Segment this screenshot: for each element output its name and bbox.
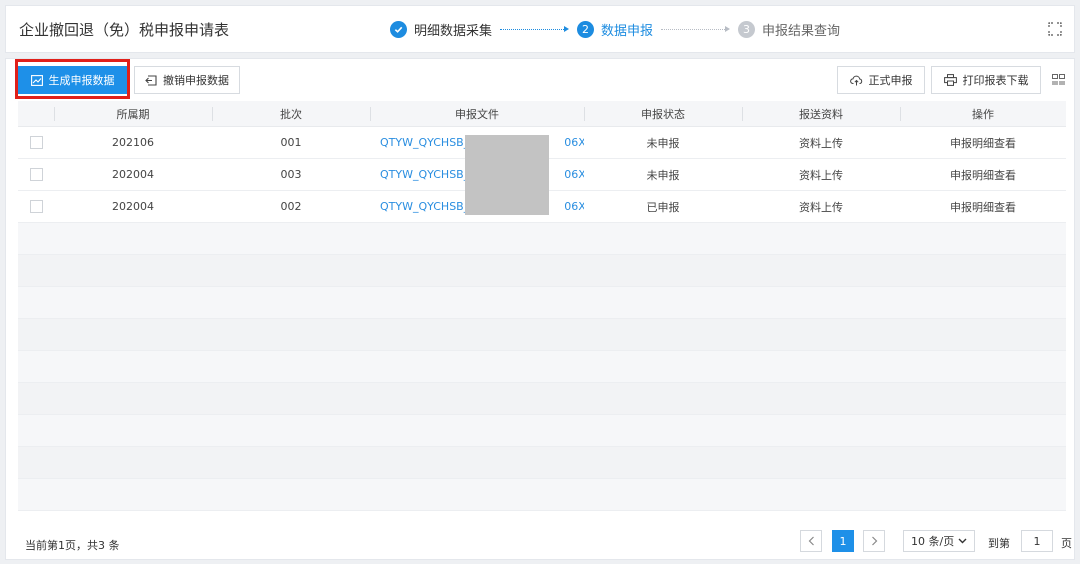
declaration-table: 所属期 批次 申报文件 申报状态 报送资料 操作 202106 001 QTYW… — [18, 101, 1066, 511]
toolbar: 生成申报数据 撤销申报数据 正式申报 打印报表下载 — [6, 59, 1074, 99]
step-3-number: 3 — [738, 20, 756, 38]
check-icon — [390, 20, 407, 38]
empty-row — [18, 415, 1066, 447]
formal-declare-label: 正式申报 — [868, 74, 913, 87]
header-checkbox-cell — [18, 101, 54, 126]
step-1[interactable]: 明细数据采集 — [390, 20, 492, 39]
fullscreen-icon[interactable] — [1048, 22, 1062, 36]
view-details-link[interactable]: 申报明细查看 — [900, 127, 1066, 158]
file-name-prefix: QTYW_QYCHSB_9 — [380, 200, 477, 213]
empty-row — [18, 479, 1066, 511]
empty-row — [18, 447, 1066, 479]
row-checkbox[interactable] — [29, 168, 43, 181]
file-name-suffix: 06X_2C — [564, 168, 584, 181]
step-1-label: 明细数据采集 — [414, 23, 493, 39]
main-panel: 生成申报数据 撤销申报数据 正式申报 打印报表下载 所属期 批次 申报文件 申报… — [5, 58, 1075, 560]
batch-cell: 001 — [280, 136, 302, 149]
chevron-right-icon — [871, 536, 877, 546]
goto-label: 到第 — [988, 537, 1010, 550]
step-connector — [661, 26, 731, 32]
upload-cloud-icon — [849, 75, 862, 85]
empty-row — [18, 351, 1066, 383]
page-number-button[interactable]: 1 — [832, 530, 854, 552]
redaction-block — [465, 135, 549, 215]
empty-row — [18, 319, 1066, 351]
upload-link[interactable]: 资料上传 — [742, 191, 900, 222]
status-cell: 已申报 — [646, 200, 680, 214]
step-3-label: 申报结果查询 — [762, 23, 841, 39]
empty-row — [18, 223, 1066, 255]
revoke-declaration-label: 撤销申报数据 — [163, 74, 229, 87]
pagination-info: 当前第1页，共3 条 — [25, 539, 120, 552]
prev-page-button[interactable] — [800, 530, 822, 552]
formal-declare-button[interactable]: 正式申报 — [837, 66, 925, 94]
page-header: 企业撤回退（免）税申报申请表 明细数据采集 2 数据申报 3 申报结果查询 — [5, 5, 1075, 53]
period-cell: 202004 — [112, 200, 154, 213]
column-header: 所属期 — [54, 101, 212, 126]
page-size-select[interactable]: 10 条/页 — [903, 530, 975, 552]
print-download-label: 打印报表下载 — [962, 74, 1029, 87]
next-page-button[interactable] — [863, 530, 885, 552]
status-cell: 未申报 — [646, 168, 680, 182]
file-name-prefix: QTYW_QYCHSB_9 — [380, 168, 477, 181]
row-checkbox[interactable] — [29, 136, 43, 149]
empty-row — [18, 255, 1066, 287]
chevron-left-icon — [808, 536, 814, 546]
upload-link[interactable]: 资料上传 — [742, 127, 900, 158]
page-title: 企业撤回退（免）税申报申请表 — [19, 21, 230, 39]
generate-declaration-button[interactable]: 生成申报数据 — [18, 66, 127, 94]
column-header: 批次 — [212, 101, 370, 126]
view-details-link[interactable]: 申报明细查看 — [900, 159, 1066, 190]
printer-icon — [943, 74, 957, 86]
column-header: 操作 — [900, 101, 1066, 126]
column-settings-icon[interactable] — [1052, 74, 1065, 86]
page-unit-label: 页 — [1061, 537, 1072, 550]
revoke-declaration-button[interactable]: 撤销申报数据 — [134, 66, 240, 94]
step-2[interactable]: 2 数据申报 — [577, 20, 653, 39]
empty-row — [18, 287, 1066, 319]
page-size-value: 10 条/页 — [911, 535, 955, 548]
column-header: 申报文件 — [370, 101, 584, 126]
table-header: 所属期 批次 申报文件 申报状态 报送资料 操作 — [18, 101, 1066, 127]
step-indicator: 明细数据采集 2 数据申报 3 申报结果查询 — [390, 18, 840, 40]
empty-row — [18, 383, 1066, 415]
batch-cell: 002 — [280, 200, 302, 213]
column-header: 申报状态 — [584, 101, 742, 126]
file-name-suffix: 06X_2C — [564, 136, 584, 149]
step-2-number: 2 — [577, 20, 595, 38]
batch-cell: 003 — [280, 168, 302, 181]
upload-link[interactable]: 资料上传 — [742, 159, 900, 190]
step-2-label: 数据申报 — [601, 23, 654, 39]
status-cell: 未申报 — [646, 136, 680, 150]
step-3[interactable]: 3 申报结果查询 — [738, 20, 840, 39]
column-header: 报送资料 — [742, 101, 900, 126]
view-details-link[interactable]: 申报明细查看 — [900, 191, 1066, 222]
step-connector — [500, 26, 570, 32]
file-name-suffix: 06X_2C — [564, 200, 584, 213]
chart-icon — [30, 74, 43, 86]
file-name-prefix: QTYW_QYCHSB_9 — [380, 136, 477, 149]
goto-page-input[interactable]: 1 — [1021, 530, 1053, 552]
print-download-button[interactable]: 打印报表下载 — [931, 66, 1041, 94]
chevron-down-icon — [958, 538, 967, 544]
generate-declaration-label: 生成申报数据 — [48, 74, 115, 87]
row-checkbox[interactable] — [29, 200, 43, 213]
undo-icon — [145, 74, 157, 86]
period-cell: 202106 — [112, 136, 154, 149]
period-cell: 202004 — [112, 168, 154, 181]
